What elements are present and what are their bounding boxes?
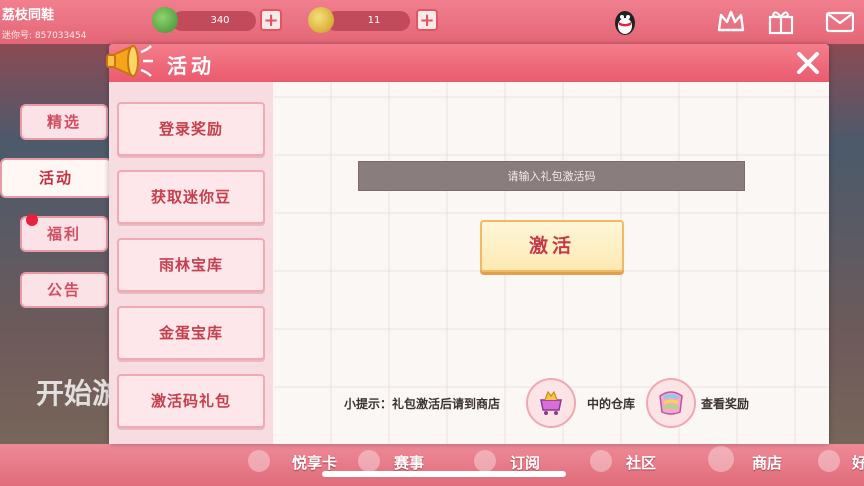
menu-get-mini-beans[interactable]: 获取迷你豆 <box>117 170 265 224</box>
nav-subscribe[interactable]: 订阅 <box>510 452 540 473</box>
nav-community[interactable]: 社区 <box>626 452 656 473</box>
home-indicator[interactable] <box>322 471 566 477</box>
menu-activation-code-gift[interactable]: 激活码礼包 <box>117 374 265 428</box>
tab-activities[interactable]: 活动 <box>0 158 112 198</box>
shop-icon[interactable] <box>526 378 576 428</box>
nav-friends[interactable]: 好 <box>852 452 864 473</box>
nav-pass-card[interactable]: 悦享卡 <box>292 452 337 473</box>
add-mini-coins-button[interactable]: + <box>416 9 438 31</box>
activate-button[interactable]: 激活 <box>480 220 624 272</box>
menu-rainforest-treasure[interactable]: 雨林宝库 <box>117 238 265 292</box>
activation-code-input[interactable] <box>358 161 745 191</box>
tip-text-part1: 小提示：礼包激活后请到商店 <box>344 397 501 411</box>
shop-cart-glyph-icon <box>540 390 562 415</box>
pig-icon <box>248 450 270 472</box>
nav-shop[interactable]: 商店 <box>752 452 782 473</box>
modal-header: 活动 <box>106 44 829 82</box>
cat-icon <box>818 450 840 472</box>
community-icon <box>590 450 612 472</box>
gift-icon[interactable] <box>766 6 796 36</box>
mail-icon[interactable] <box>824 6 854 36</box>
menu-login-reward[interactable]: 登录奖励 <box>117 102 265 156</box>
activation-panel: 激活 小提示：礼包激活后请到商店 中的仓库 查看奖励 <box>274 82 829 444</box>
tab-announcements[interactable]: 公告 <box>20 272 108 308</box>
close-icon[interactable] <box>791 46 825 80</box>
shop-cart-icon <box>708 446 734 472</box>
tip-text-part2: 中的仓库 <box>587 397 636 411</box>
activity-menu: 登录奖励 获取迷你豆 雨林宝库 金蛋宝库 激活码礼包 <box>109 82 273 444</box>
player-name: 荔枝同鞋 <box>2 8 55 23</box>
player-id: 迷你号: 857033454 <box>2 31 87 41</box>
mini-bean-icon <box>152 7 178 33</box>
bottom-nav-bar <box>0 444 864 486</box>
mini-beans-value: 340 <box>210 15 230 26</box>
activity-modal: 活动 登录奖励 获取迷你豆 雨林宝库 金蛋宝库 激活码礼包 激活 小提示：礼包激… <box>106 44 829 444</box>
tab-featured[interactable]: 精选 <box>20 104 108 140</box>
star-icon <box>474 450 496 472</box>
warehouse-icon[interactable] <box>646 378 696 428</box>
trophy-icon <box>358 450 380 472</box>
rainbow-bag-icon <box>659 391 683 415</box>
modal-title: 活动 <box>167 54 215 78</box>
start-game-text: 开始游 <box>36 377 121 410</box>
mini-coin-icon <box>308 7 334 33</box>
welfare-notification-dot <box>26 214 38 226</box>
nav-events[interactable]: 赛事 <box>394 452 424 473</box>
crown-icon[interactable] <box>716 6 746 36</box>
qq-penguin-icon[interactable] <box>610 6 640 36</box>
tip-text-part3: 查看奖励 <box>701 397 750 411</box>
mini-coins-value: 11 <box>367 15 381 26</box>
megaphone-icon <box>106 44 153 78</box>
add-mini-beans-button[interactable]: + <box>260 9 282 31</box>
menu-golden-egg-treasure[interactable]: 金蛋宝库 <box>117 306 265 360</box>
